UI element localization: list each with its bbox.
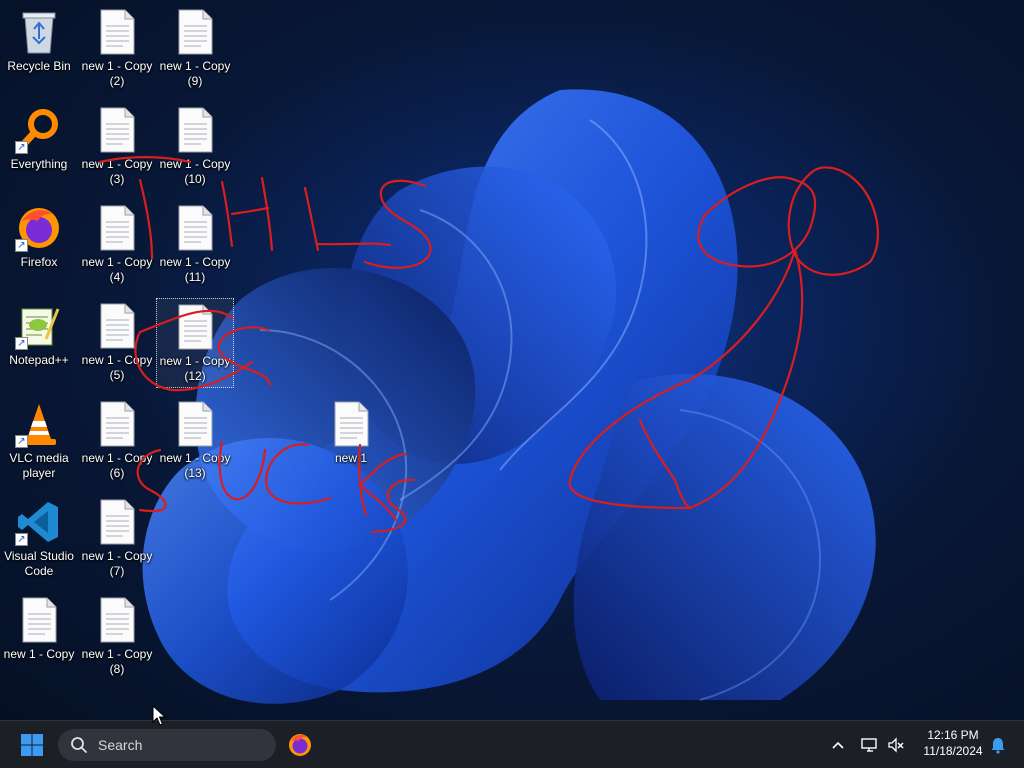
desktop-icon-doc-9[interactable]: new 1 - Copy (9): [156, 4, 234, 94]
tray-network-icon[interactable]: [858, 733, 882, 757]
desktop-icon-glyph: ↗: [15, 400, 63, 448]
desktop-icon-label: new 1 - Copy (12): [159, 354, 231, 383]
desktop-icon-label: new 1: [334, 451, 368, 465]
shortcut-arrow-icon: ↗: [15, 141, 28, 154]
start-button[interactable]: [14, 729, 50, 761]
desktop-icon-glyph: ↗: [15, 498, 63, 546]
text-document-icon: [100, 401, 135, 447]
desktop-icon-doc-copy[interactable]: new 1 - Copy: [0, 592, 78, 682]
desktop-icon-doc-3[interactable]: new 1 - Copy (3): [78, 102, 156, 192]
text-document-icon: [178, 401, 213, 447]
mouse-cursor-icon: [152, 705, 166, 726]
text-document-icon: [334, 401, 369, 447]
desktop-icon-glyph: ↗: [15, 302, 63, 350]
desktop-icon-glyph: ↗: [15, 204, 63, 252]
shortcut-arrow-icon: ↗: [15, 435, 28, 448]
search-icon: [71, 737, 87, 753]
desktop-icon-doc-4[interactable]: new 1 - Copy (4): [78, 200, 156, 290]
shortcut-arrow-icon: ↗: [15, 533, 28, 546]
desktop-icon-recycle-bin[interactable]: Recycle Bin: [0, 4, 78, 94]
desktop-icon-doc-2[interactable]: new 1 - Copy (2): [78, 4, 156, 94]
text-document-icon: [100, 499, 135, 545]
desktop-icon-glyph: [171, 303, 219, 351]
desktop-icon-label: new 1 - Copy (11): [159, 255, 231, 284]
desktop-icon-label: Notepad++: [9, 353, 69, 367]
tray-chevron-up-icon[interactable]: [826, 733, 850, 757]
shortcut-arrow-icon: ↗: [15, 337, 28, 350]
desktop-icon-doc-6[interactable]: new 1 - Copy (6): [78, 396, 156, 486]
text-document-icon: [178, 9, 213, 55]
desktop-icon-vlc[interactable]: ↗ VLC media player: [0, 396, 78, 486]
taskbar-firefox-button[interactable]: [282, 727, 318, 763]
desktop-icon-doc-13[interactable]: new 1 - Copy (13): [156, 396, 234, 486]
desktop-icon-label: new 1 - Copy (10): [159, 157, 231, 186]
desktop-icon-vscode[interactable]: ↗ Visual Studio Code: [0, 494, 78, 584]
shortcut-arrow-icon: ↗: [15, 239, 28, 252]
desktop-icon-label: VLC media player: [9, 451, 69, 480]
desktop-icon-label: new 1 - Copy (2): [81, 59, 153, 88]
text-document-icon: [100, 303, 135, 349]
desktop-icon-doc-new1[interactable]: new 1: [312, 396, 390, 486]
desktop-icon-label: new 1 - Copy (4): [81, 255, 153, 284]
text-document-icon: [100, 205, 135, 251]
desktop-icon-label: new 1 - Copy (7): [81, 549, 153, 578]
taskbar-search-box[interactable]: Search: [58, 729, 276, 761]
desktop-icon-glyph: [93, 498, 141, 546]
firefox-icon: [289, 734, 311, 756]
windows-logo-icon: [21, 734, 43, 756]
desktop-icon-glyph: [171, 400, 219, 448]
desktop-icon-everything[interactable]: ↗ Everything: [0, 102, 78, 192]
desktop-icon-glyph: [93, 106, 141, 154]
desktop-icon-label: new 1 - Copy: [3, 647, 75, 661]
desktop-icon-glyph: [327, 400, 375, 448]
desktop-icon-glyph: [93, 8, 141, 56]
desktop-icon-label: Recycle Bin: [7, 59, 71, 73]
text-document-icon: [178, 107, 213, 153]
text-document-icon: [100, 597, 135, 643]
desktop-icon-glyph: [171, 204, 219, 252]
text-document-icon: [22, 597, 57, 643]
desktop-icon-glyph: [15, 8, 63, 56]
text-document-icon: [178, 304, 213, 350]
desktop-icon-glyph: [171, 106, 219, 154]
recycle-bin-icon: [22, 12, 56, 54]
search-placeholder: Search: [98, 737, 143, 753]
desktop-icon-doc-5[interactable]: new 1 - Copy (5): [78, 298, 156, 388]
desktop-icon-notepadpp[interactable]: ↗ Notepad++: [0, 298, 78, 388]
text-document-icon: [178, 205, 213, 251]
desktop-icon-glyph: [93, 204, 141, 252]
taskbar: Search 12:16 PM 11/18/2024: [0, 720, 1024, 768]
tray-volume-muted-icon[interactable]: [884, 733, 908, 757]
desktop-icon-glyph: [93, 302, 141, 350]
taskbar-clock[interactable]: 12:16 PM 11/18/2024: [912, 727, 994, 763]
desktop-icon-label: new 1 - Copy (13): [159, 451, 231, 480]
desktop-icon-glyph: [15, 596, 63, 644]
desktop-icon-label: new 1 - Copy (3): [81, 157, 153, 186]
desktop-icon-glyph: [171, 8, 219, 56]
desktop-icon-glyph: [93, 596, 141, 644]
desktop-icon-doc-12[interactable]: new 1 - Copy (12): [156, 298, 234, 388]
text-document-icon: [100, 107, 135, 153]
clock-date: 11/18/2024: [923, 744, 983, 758]
desktop-icon-doc-11[interactable]: new 1 - Copy (11): [156, 200, 234, 290]
desktop-icon-doc-10[interactable]: new 1 - Copy (10): [156, 102, 234, 192]
desktop-icon-doc-7[interactable]: new 1 - Copy (7): [78, 494, 156, 584]
desktop-icon-label: Everything: [10, 157, 68, 171]
desktop-icon-label: Firefox: [20, 255, 58, 269]
text-document-icon: [100, 9, 135, 55]
clock-time: 12:16 PM: [927, 728, 979, 742]
desktop-icon-label: new 1 - Copy (9): [159, 59, 231, 88]
desktop-icon-label: new 1 - Copy (6): [81, 451, 153, 480]
notification-bell-icon[interactable]: [986, 733, 1010, 757]
desktop-icon-glyph: ↗: [15, 106, 63, 154]
desktop-icon-label: new 1 - Copy (8): [81, 647, 153, 676]
desktop-icon-glyph: [93, 400, 141, 448]
desktop-icon-label: new 1 - Copy (5): [81, 353, 153, 382]
desktop-icon-firefox[interactable]: ↗ Firefox: [0, 200, 78, 290]
desktop-icon-doc-8[interactable]: new 1 - Copy (8): [78, 592, 156, 682]
desktop-icon-label: Visual Studio Code: [4, 549, 74, 578]
